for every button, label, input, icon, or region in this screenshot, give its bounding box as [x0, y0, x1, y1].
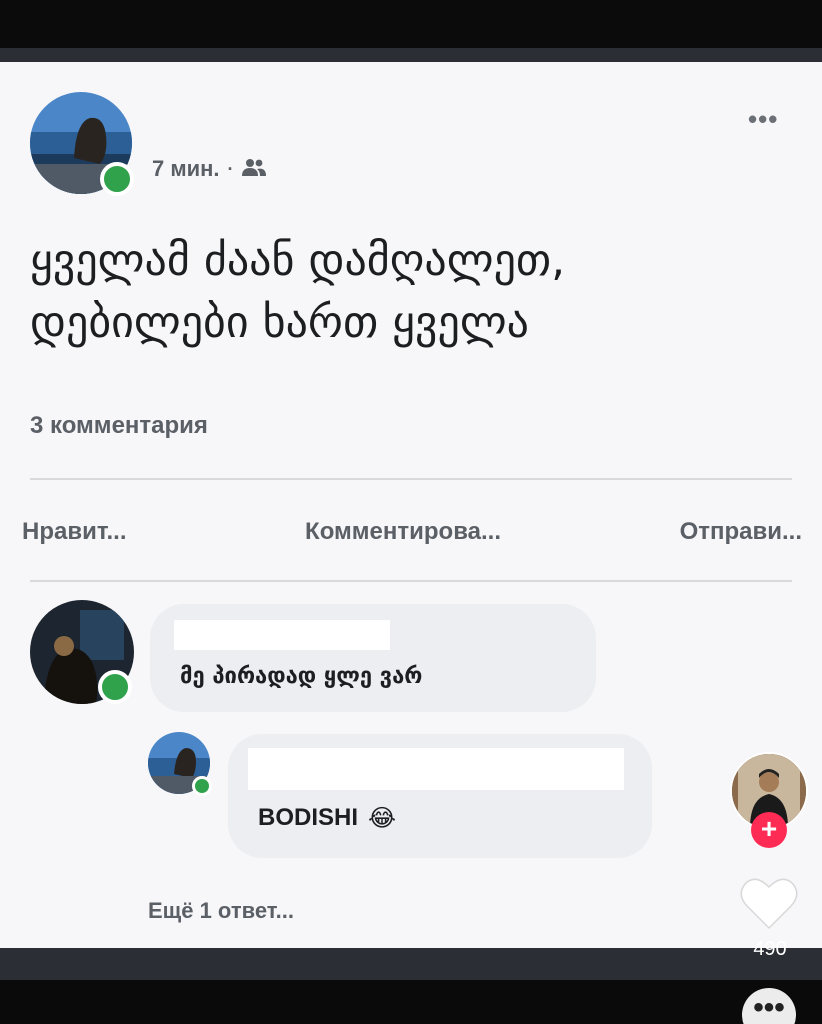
reply-bubble: BODISHI 😂	[228, 734, 652, 858]
comment-button[interactable]: Комментирова...	[305, 518, 501, 546]
laughing-emoji-icon: 😂	[368, 804, 397, 832]
post-time: 7 мин.	[152, 156, 220, 181]
commenter-online-indicator	[98, 670, 132, 704]
like-heart-icon[interactable]	[740, 876, 798, 935]
more-icon[interactable]: •••	[742, 988, 796, 1024]
post-actions: Нравит... Комментирова... Отправи...	[22, 518, 802, 546]
replier-name-hidden	[248, 748, 624, 790]
bottom-gray-strip	[0, 948, 822, 980]
comment-bubble: მე პირადად ყლე ვარ	[150, 604, 596, 712]
more-replies-link[interactable]: Ещё 1 ответ...	[148, 898, 294, 924]
divider	[30, 580, 792, 582]
reply-online-indicator	[192, 776, 212, 796]
poster-online-indicator	[100, 162, 134, 196]
post-more-options-icon[interactable]: •••	[748, 104, 778, 135]
friends-icon	[241, 156, 266, 182]
meta-separator: ·	[227, 158, 234, 179]
top-gray-strip	[0, 48, 822, 62]
comment-text: მე პირადად ყლე ვარ	[180, 664, 423, 689]
divider	[30, 478, 792, 480]
like-button[interactable]: Нравит...	[22, 518, 127, 546]
top-black-bar	[0, 0, 822, 48]
comments-count[interactable]: 3 комментария	[30, 412, 208, 440]
reply-text-row: BODISHI 😂	[258, 804, 396, 832]
post-text-line: დებილები ხართ ყველა	[30, 297, 530, 348]
post-text: ყველამ ძაან დამღალეთ, დებილები ხართ ყველ…	[30, 230, 790, 354]
post-meta: 7 мин. ·	[152, 156, 266, 182]
share-button[interactable]: Отправи...	[680, 518, 802, 546]
commenter-name-hidden	[174, 620, 390, 650]
facebook-post-screenshot: 7 мин. · ••• ყველამ ძაან დამღალეთ, დებილ…	[0, 62, 822, 948]
like-count: 490	[753, 938, 787, 960]
reply-text: BODISHI	[258, 804, 359, 831]
follow-plus-button[interactable]: +	[751, 812, 787, 848]
post-text-line: ყველამ ძაან დამღალეთ,	[30, 235, 566, 286]
